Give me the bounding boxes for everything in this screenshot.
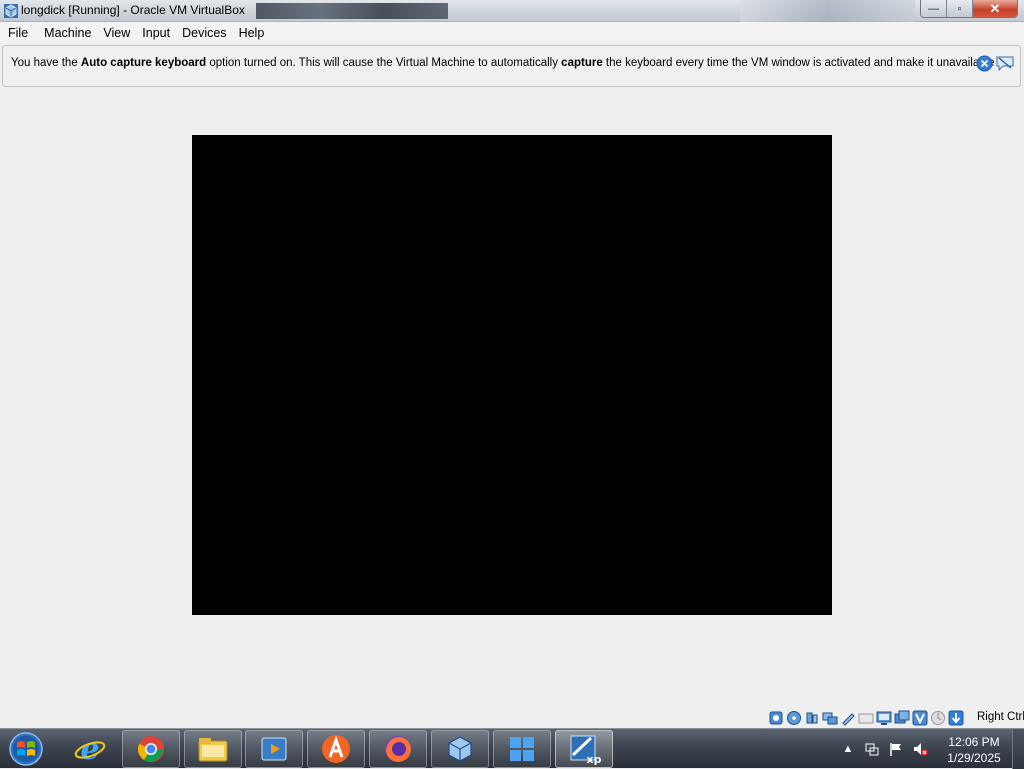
taskbar-explorer[interactable] (184, 730, 242, 768)
start-button-icon[interactable] (3, 730, 49, 768)
virtualization-icon[interactable] (912, 710, 928, 726)
video-capture-icon[interactable] (894, 710, 910, 726)
virtualbox-xp-vm-icon: xp (570, 735, 601, 765)
window-controls: — ▫ ✕ (920, 0, 1018, 18)
usb-icon[interactable] (840, 710, 856, 726)
system-tray: ▲ (840, 729, 928, 769)
title-bar[interactable]: longdick [Running] - Oracle VM VirtualBo… (0, 0, 1024, 22)
taskbar-ie[interactable]: e (61, 730, 119, 768)
menu-help[interactable]: Help (233, 26, 271, 40)
taskbar: e xp ▲ 12:06 PM 1/29/2025 (0, 728, 1024, 769)
network-icon[interactable] (822, 710, 838, 726)
taskbar-virtualbox[interactable] (431, 730, 489, 768)
hard-disk-icon[interactable] (768, 710, 784, 726)
banner-text-part: option turned on. This will cause the Vi… (206, 57, 562, 69)
banner-text-part: You have the (11, 57, 81, 69)
display-icon[interactable] (876, 710, 892, 726)
menu-view[interactable]: View (97, 26, 136, 40)
notification-banner: You have the Auto capture keyboard optio… (2, 45, 1021, 87)
banner-message: You have the Auto capture keyboard optio… (11, 57, 1007, 69)
taskbar-firefox[interactable] (369, 730, 427, 768)
maximize-button[interactable]: ▫ (947, 0, 973, 17)
menu-machine[interactable]: Machine (34, 26, 97, 40)
taskbar-windows-app[interactable] (493, 730, 551, 768)
show-desktop-button[interactable] (1012, 729, 1024, 769)
menu-file[interactable]: File (2, 26, 34, 40)
chrome-browser-icon (137, 736, 164, 762)
minimize-button[interactable]: — (921, 0, 947, 17)
title-redacted-area (256, 3, 448, 19)
audio-icon[interactable] (804, 710, 820, 726)
media-player-icon (261, 737, 287, 761)
file-explorer-icon (198, 738, 228, 762)
mouse-integration-icon[interactable] (930, 710, 946, 726)
taskbar-vm-window[interactable]: xp (555, 730, 613, 768)
suppress-message-icon[interactable] (995, 55, 1015, 72)
device-indicators (768, 710, 964, 726)
menu-input[interactable]: Input (136, 26, 176, 40)
taskbar-clock[interactable]: 12:06 PM 1/29/2025 (942, 734, 1006, 766)
avast-icon (322, 735, 350, 763)
title-glass-area (740, 0, 915, 22)
firefox-icon (385, 736, 411, 762)
virtualbox-icon (4, 4, 18, 18)
show-hidden-icons-icon[interactable]: ▲ (840, 741, 856, 757)
taskbar-avast[interactable] (307, 730, 365, 768)
banner-text-part: the keyboard every time the VM window is… (602, 57, 1008, 69)
close-button[interactable]: ✕ (973, 0, 1017, 17)
volume-muted-icon[interactable] (912, 741, 928, 757)
clock-time: 12:06 PM (948, 735, 1000, 749)
clock-date: 1/29/2025 (947, 751, 1001, 765)
shared-folders-icon[interactable] (858, 710, 874, 726)
host-key-label: Right Ctrl (977, 711, 1024, 723)
network-tray-icon[interactable] (864, 741, 880, 757)
svg-text:e: e (80, 733, 99, 765)
windows-logo-icon (510, 737, 534, 761)
window-title: longdick [Running] - Oracle VM VirtualBo… (21, 3, 245, 17)
vm-display[interactable] (192, 135, 832, 615)
action-center-flag-icon[interactable] (888, 741, 904, 757)
keyboard-capture-icon[interactable] (948, 710, 964, 726)
internet-explorer-icon: e (74, 733, 106, 765)
optical-drive-icon[interactable] (786, 710, 802, 726)
banner-bold-part: capture (561, 57, 603, 69)
banner-close-icon[interactable] (976, 55, 993, 72)
menu-devices[interactable]: Devices (176, 26, 232, 40)
menu-bar: File Machine View Input Devices Help (0, 22, 1024, 43)
taskbar-media-player[interactable] (245, 730, 303, 768)
status-bar: Right Ctrl (0, 707, 1024, 729)
svg-text:xp: xp (587, 753, 601, 765)
virtualbox-manager-icon (448, 736, 472, 762)
banner-bold-part: Auto capture keyboard (80, 57, 207, 69)
taskbar-chrome[interactable] (122, 730, 180, 768)
